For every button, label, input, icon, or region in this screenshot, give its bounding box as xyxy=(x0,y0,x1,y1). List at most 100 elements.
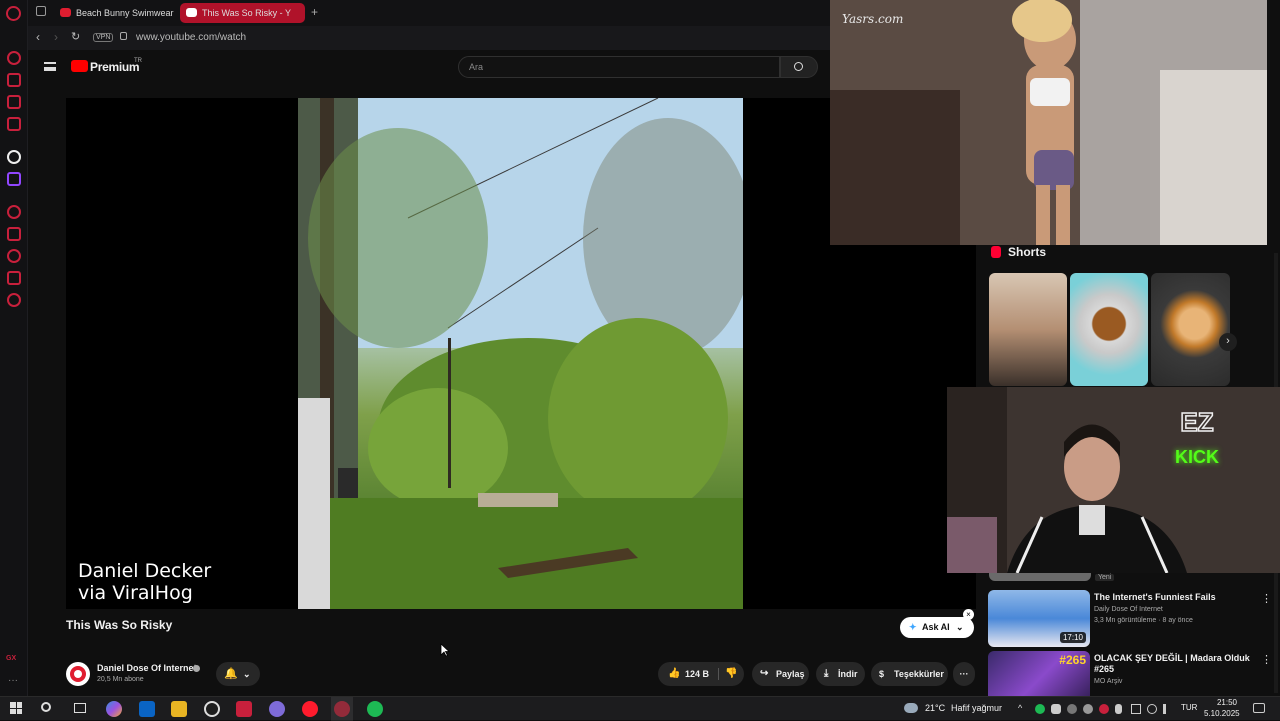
url-text[interactable]: www.youtube.com/watch xyxy=(136,32,246,43)
mouse-cursor-icon xyxy=(440,643,450,657)
reload-icon[interactable]: ↻ xyxy=(71,30,80,43)
like-count[interactable]: 124 B xyxy=(685,662,709,686)
more-actions-icon[interactable]: ⋮ xyxy=(1261,653,1272,666)
obs-icon[interactable] xyxy=(204,701,220,717)
shorts-card-3[interactable] xyxy=(1151,273,1230,386)
subscriber-count: 20,5 Mn abone xyxy=(97,676,144,683)
opera-icon[interactable] xyxy=(302,701,318,717)
share-button[interactable]: ↪ Paylaş xyxy=(752,662,809,686)
more-actions-icon[interactable]: ⋮ xyxy=(1261,592,1272,605)
video-watermark: Daniel Decker via ViralHog xyxy=(78,560,211,604)
overlay-logo-text: Yasrs.com xyxy=(842,12,904,26)
ask-ai-button[interactable]: ✦ Ask AI ⌄ xyxy=(900,617,974,638)
sidebar-mail-icon[interactable] xyxy=(7,117,21,131)
tab-beach-bunny[interactable]: Beach Bunny Swimwear F xyxy=(54,3,174,23)
neon-sign-ez: EZ xyxy=(1180,406,1215,438)
sidebar-refresh-icon[interactable] xyxy=(7,51,21,65)
menu-icon[interactable] xyxy=(44,62,56,71)
active-app-highlight xyxy=(331,697,353,721)
channel-avatar[interactable] xyxy=(66,662,90,686)
opera-logo-icon[interactable] xyxy=(6,6,21,21)
voice-app-icon[interactable] xyxy=(236,701,252,717)
tray-display-icon[interactable] xyxy=(1131,704,1141,714)
chevron-down-icon: ⌄ xyxy=(956,622,964,632)
task-view-icon[interactable] xyxy=(74,703,86,713)
recommendation-title[interactable]: OLACAK ŞEY DEĞİL | Madara Olduk #265 xyxy=(1094,653,1254,675)
weather-description[interactable]: Hafif yağmur xyxy=(951,703,1002,713)
language-indicator[interactable]: TUR xyxy=(1181,703,1197,712)
verified-icon xyxy=(193,665,200,672)
tray-discord-icon[interactable] xyxy=(1051,704,1061,714)
workspaces-icon[interactable] xyxy=(36,6,46,16)
duration-badge: 17:10 xyxy=(1059,632,1086,643)
tray-spotify-icon[interactable] xyxy=(1035,704,1045,714)
tray-network-app-icon[interactable] xyxy=(1083,704,1093,714)
shorts-icon xyxy=(991,246,1001,258)
notifications-icon[interactable] xyxy=(1253,703,1265,713)
webcam-scene-image xyxy=(947,387,1280,573)
recommendation-channel[interactable]: Daily Dose Of Internet xyxy=(1094,606,1163,613)
sidebar-messenger-icon[interactable] xyxy=(7,95,21,109)
forward-icon[interactable]: › xyxy=(54,30,58,44)
recommendation-title[interactable]: The Internet's Funniest Fails xyxy=(1094,592,1254,603)
file-explorer-icon[interactable] xyxy=(171,701,187,717)
copilot-icon[interactable] xyxy=(106,701,122,717)
search-icon[interactable] xyxy=(41,702,51,712)
tab-bar: Beach Bunny Swimwear F This Was So Risky… xyxy=(28,0,830,26)
lock-icon[interactable] xyxy=(120,32,127,40)
tab-this-was-so-risky[interactable]: This Was So Risky - Y xyxy=(180,3,305,23)
download-button[interactable]: ⤓ İndir xyxy=(816,662,865,686)
tray-chevron-icon[interactable]: ^ xyxy=(1018,703,1022,713)
spotify-icon[interactable] xyxy=(367,701,383,717)
vpn-badge[interactable]: VPN xyxy=(93,33,114,42)
outlook-icon[interactable] xyxy=(139,701,155,717)
like-icon[interactable]: 👍 xyxy=(668,662,680,686)
tray-sync-icon[interactable] xyxy=(1147,704,1157,714)
bell-icon: 🔔 xyxy=(224,668,238,680)
clock-date[interactable]: 5.10.2025 xyxy=(1204,709,1240,718)
back-icon[interactable]: ‹ xyxy=(36,30,40,44)
sidebar-twitch-icon[interactable] xyxy=(7,172,21,186)
sidebar-player-icon[interactable] xyxy=(7,205,21,219)
microphone-icon[interactable] xyxy=(1115,704,1122,714)
youtube-header: Premium TR Ara xyxy=(28,50,830,88)
volume-icon[interactable] xyxy=(1163,704,1173,714)
notifications-button[interactable]: 🔔 ⌄ xyxy=(216,662,260,686)
clock-time[interactable]: 21:50 xyxy=(1212,698,1242,707)
sidebar-settings-icon[interactable] xyxy=(7,293,21,307)
runway-scene-image xyxy=(830,0,1267,245)
shorts-next-button[interactable]: › xyxy=(1219,333,1237,351)
sidebar-history-icon[interactable] xyxy=(7,249,21,263)
shorts-card-1[interactable] xyxy=(989,273,1067,386)
tray-app-icon[interactable] xyxy=(1067,704,1077,714)
recommendation-item-1[interactable]: 17:10 The Internet's Funniest Fails Dail… xyxy=(988,590,1273,648)
more-actions-button[interactable]: ··· xyxy=(953,662,975,686)
recommendation-thumbnail[interactable]: 17:10 xyxy=(988,590,1090,647)
windows-start-icon[interactable] xyxy=(10,702,22,714)
search-icon xyxy=(794,62,803,71)
weather-icon[interactable] xyxy=(904,703,918,713)
dislike-icon[interactable]: 👎 xyxy=(725,662,737,686)
video-frame[interactable] xyxy=(298,98,743,609)
thanks-button[interactable]: $ Teşekkürler xyxy=(871,662,948,686)
close-ask-ai-button[interactable]: × xyxy=(963,609,974,620)
shorts-card-2[interactable] xyxy=(1070,273,1148,386)
recommendation-channel[interactable]: MO Arşiv xyxy=(1094,678,1122,685)
search-box[interactable]: Ara xyxy=(458,56,780,78)
youtube-logo-icon[interactable] xyxy=(71,60,88,72)
discord-icon[interactable] xyxy=(269,701,285,717)
sidebar-ai-icon[interactable] xyxy=(7,150,21,164)
temperature[interactable]: 21°C xyxy=(925,703,945,713)
tray-opera-icon[interactable] xyxy=(1099,704,1109,714)
sidebar-bag-icon[interactable] xyxy=(7,73,21,87)
search-button[interactable] xyxy=(780,56,818,78)
channel-name[interactable]: Daniel Dose Of Internet xyxy=(97,663,197,673)
search-input[interactable]: Ara xyxy=(469,62,483,72)
premium-logo-text[interactable]: Premium xyxy=(90,60,140,74)
watermark-line-2: via ViralHog xyxy=(78,582,193,604)
sidebar-extensions-icon[interactable] xyxy=(7,271,21,285)
stream-overlay-image: Yasrs.com xyxy=(830,0,1267,245)
sidebar-bookmark-icon[interactable] xyxy=(7,227,21,241)
new-tab-button[interactable]: + xyxy=(311,5,318,19)
more-icon[interactable]: ··· xyxy=(8,675,18,686)
